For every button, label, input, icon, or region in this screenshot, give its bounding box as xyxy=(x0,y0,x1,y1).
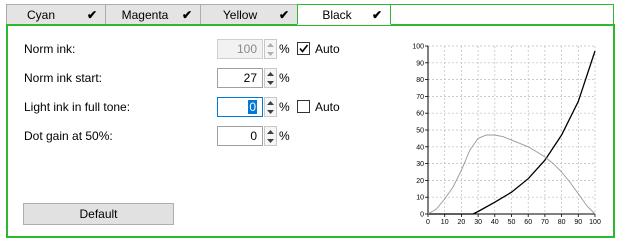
light-ink-value: 0 xyxy=(248,100,257,114)
norm-ink-start-input[interactable]: 27 xyxy=(217,68,263,88)
norm-ink-start-label: Norm ink start: xyxy=(24,71,103,85)
x-tick-label: 50 xyxy=(508,219,516,226)
norm-ink-stepper[interactable] xyxy=(264,39,277,59)
y-tick-label: 30 xyxy=(416,161,424,168)
spin-up-icon[interactable] xyxy=(265,127,276,136)
tab-cyan-check-icon: ✔ xyxy=(86,8,97,22)
norm-ink-start-unit: % xyxy=(279,71,290,85)
norm-ink-unit: % xyxy=(279,42,290,56)
x-tick-label: 30 xyxy=(474,219,482,226)
light-ink-label: Light ink in full tone: xyxy=(24,100,131,114)
tab-magenta[interactable]: Magenta ✔ xyxy=(105,4,201,24)
x-tick-label: 0 xyxy=(426,219,430,226)
norm-ink-auto-label: Auto xyxy=(315,42,340,56)
spin-down-icon[interactable] xyxy=(265,49,276,58)
x-tick-label: 40 xyxy=(491,219,499,226)
default-button[interactable]: Default xyxy=(23,203,174,225)
tab-magenta-check-icon: ✔ xyxy=(181,8,192,22)
light-ink-unit: % xyxy=(279,100,290,114)
y-tick-label: 80 xyxy=(416,77,424,84)
x-tick-label: 20 xyxy=(458,219,466,226)
ink-curve-chart: 0 10 20 30 40 50 60 70 80 90 100 0 10 20 30 40 50 60 70 80 9… xyxy=(412,44,601,227)
norm-ink-auto-checkbox[interactable] xyxy=(297,42,310,55)
light-ink-stepper[interactable] xyxy=(264,97,277,117)
norm-ink-input[interactable]: 100 xyxy=(217,39,263,59)
spin-up-icon[interactable] xyxy=(265,40,276,49)
tab-yellow-label: Yellow xyxy=(222,7,258,22)
tab-strip-fill xyxy=(390,4,614,24)
dot-gain-unit: % xyxy=(279,129,290,143)
norm-ink-start-stepper[interactable] xyxy=(264,68,277,88)
tab-magenta-label: Magenta xyxy=(121,7,169,22)
dot-gain-input[interactable]: 0 xyxy=(217,126,263,146)
tab-cyan-label: Cyan xyxy=(26,7,55,22)
dot-gain-label: Dot gain at 50%: xyxy=(24,129,113,143)
spin-down-icon[interactable] xyxy=(265,136,276,145)
spin-up-icon[interactable] xyxy=(265,69,276,78)
dot-gain-stepper[interactable] xyxy=(264,126,277,146)
y-tick-label: 70 xyxy=(416,94,424,101)
y-tick-label: 90 xyxy=(416,60,424,67)
light-ink-input[interactable]: 0 xyxy=(217,97,263,117)
y-tick-label: 10 xyxy=(416,195,424,202)
x-tick-label: 100 xyxy=(589,219,601,226)
x-tick-label: 10 xyxy=(441,219,449,226)
y-tick-label: 50 xyxy=(416,128,424,135)
light-ink-auto-checkbox[interactable] xyxy=(297,100,310,113)
y-tick-label: 40 xyxy=(416,144,424,151)
x-tick-label: 90 xyxy=(574,219,582,226)
y-tick-label: 100 xyxy=(412,44,424,51)
tab-black-check-icon: ✔ xyxy=(371,8,382,22)
x-tick-label: 70 xyxy=(541,219,549,226)
y-tick-label: 60 xyxy=(416,111,424,118)
tab-black-label: Black xyxy=(322,7,352,22)
tab-yellow-check-icon: ✔ xyxy=(278,8,289,22)
y-tick-label: 0 xyxy=(420,212,424,219)
spin-up-icon[interactable] xyxy=(265,98,276,107)
tab-cyan[interactable]: Cyan ✔ xyxy=(6,4,106,24)
channel-tabs: Cyan ✔ Magenta ✔ Yellow ✔ Black ✔ xyxy=(6,4,391,25)
norm-ink-label: Norm ink: xyxy=(24,42,76,56)
light-ink-auto-label: Auto xyxy=(315,100,340,114)
x-tick-label: 60 xyxy=(524,219,532,226)
x-tick-label: 80 xyxy=(558,219,566,226)
y-tick-label: 20 xyxy=(416,178,424,185)
spin-down-icon[interactable] xyxy=(265,78,276,87)
tab-yellow[interactable]: Yellow ✔ xyxy=(200,4,298,24)
tab-black[interactable]: Black ✔ xyxy=(297,4,391,25)
spin-down-icon[interactable] xyxy=(265,107,276,116)
